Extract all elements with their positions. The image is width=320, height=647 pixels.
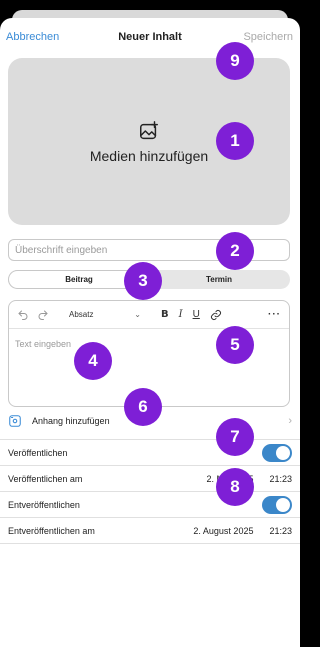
underline-button[interactable]: U <box>193 309 200 320</box>
chevron-right-icon: › <box>288 415 292 427</box>
add-media-label: Medien hinzufügen <box>89 147 209 164</box>
unpublish-date-label: Entveröffentlichen am <box>8 525 95 536</box>
new-content-sheet: Abbrechen Neuer Inhalt Speichern Medien … <box>0 18 300 647</box>
publish-row: Veröffentlichen <box>0 440 300 466</box>
unpublish-date-row[interactable]: Entveröffentlichen am 2. August 2025 21:… <box>0 518 300 544</box>
chevron-down-icon: ⌄ <box>134 310 141 319</box>
nav-bar: Abbrechen Neuer Inhalt Speichern <box>0 18 300 56</box>
callout-badge: 6 <box>124 388 162 426</box>
callout-badge: 1 <box>216 122 254 160</box>
unpublish-date[interactable]: 2. August 2025 <box>193 526 253 536</box>
editor-toolbar: Absatz ⌄ B I U ··· <box>9 301 289 329</box>
italic-button[interactable]: I <box>179 309 183 320</box>
add-image-icon <box>140 120 158 139</box>
attachment-icon <box>9 415 21 427</box>
publish-toggle[interactable] <box>262 443 292 462</box>
unpublish-datetime: 2. August 2025 21:23 <box>193 526 292 536</box>
unpublish-label: Entveröffentlichen <box>8 499 80 510</box>
callout-badge: 2 <box>216 232 254 270</box>
unpublish-toggle[interactable] <box>262 495 292 514</box>
unpublish-time[interactable]: 21:23 <box>269 526 292 536</box>
publish-date-label: Veröffentlichen am <box>8 473 83 484</box>
format-value: Absatz <box>69 310 94 319</box>
undo-icon[interactable] <box>17 309 29 321</box>
redo-icon[interactable] <box>37 309 49 321</box>
callout-badge: 5 <box>216 326 254 364</box>
callout-badge: 3 <box>124 262 162 300</box>
unpublish-row: Entveröffentlichen <box>0 492 300 518</box>
callout-badge: 7 <box>216 418 254 456</box>
attachment-label: Anhang hinzufügen <box>32 416 110 426</box>
segment-termin[interactable]: Termin <box>149 271 289 288</box>
callout-badge: 4 <box>74 342 112 380</box>
publish-label: Veröffentlichen <box>8 447 68 458</box>
link-icon[interactable] <box>210 309 222 321</box>
save-button[interactable]: Speichern <box>243 31 293 43</box>
more-options-button[interactable]: ··· <box>268 309 281 320</box>
publish-time[interactable]: 21:23 <box>269 474 292 484</box>
cancel-button[interactable]: Abbrechen <box>6 31 59 43</box>
callout-badge: 8 <box>216 468 254 506</box>
bold-button[interactable]: B <box>161 309 169 320</box>
publish-date-row[interactable]: Veröffentlichen am 2. Mai 2025 21:23 <box>0 466 300 492</box>
callout-badge: 9 <box>216 42 254 80</box>
paragraph-format-select[interactable]: Absatz ⌄ <box>67 307 143 323</box>
